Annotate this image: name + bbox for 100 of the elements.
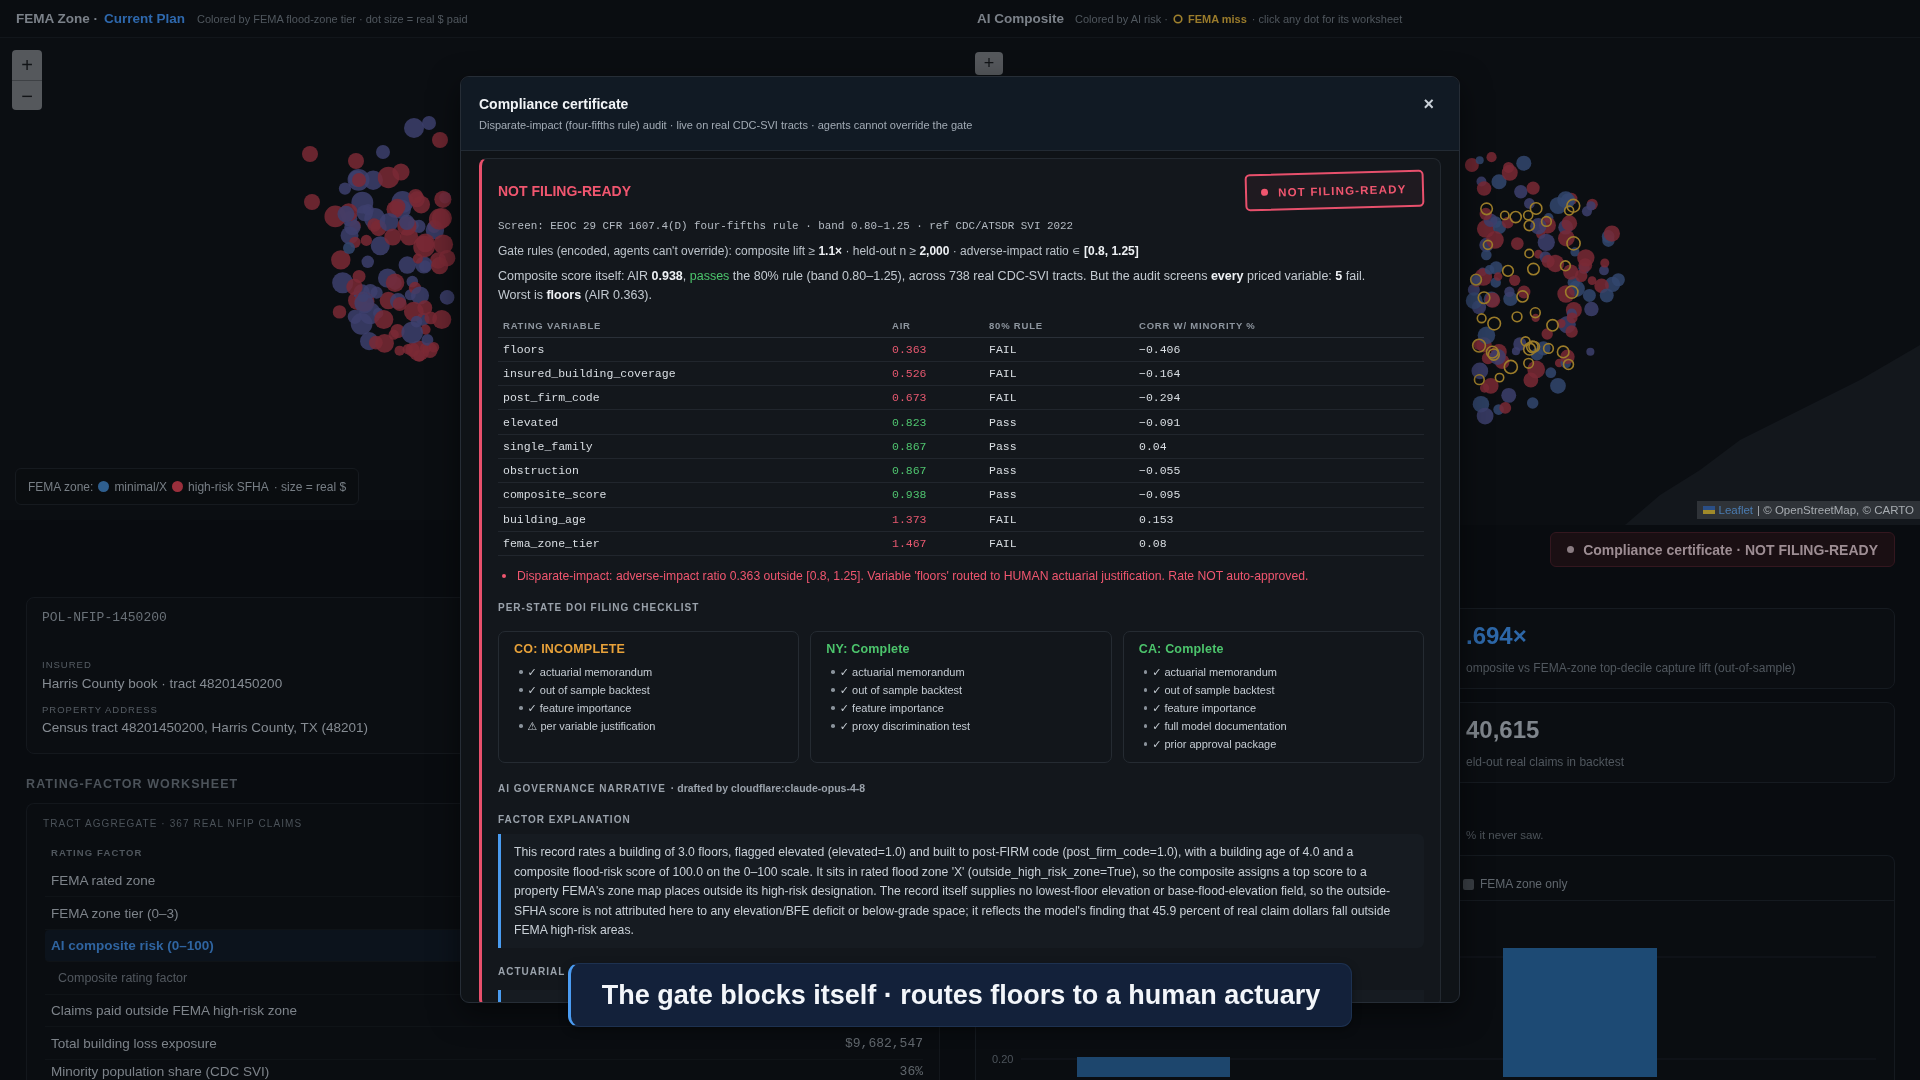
table-cell: fema_zone_tier <box>498 531 887 556</box>
gate-rules: Gate rules (encoded, agents can't override): composite lift ≥ 1.1× · held-out n ≥ 2,000 · adverse-impact ratio ∊ [0.8, 1.25] <box>498 242 1139 260</box>
checklist-item: ✓ feature importance <box>839 701 944 717</box>
map-caption: Colored by AI risk · <box>1075 12 1168 25</box>
map-hint: · click any dot for its worksheet <box>1251 12 1403 25</box>
dialog-title: Compliance certificate <box>479 95 629 113</box>
column-header: RATING VARIABLE <box>498 314 887 337</box>
field-value: Census tract 48201450200, Harris County, TX (48201) <box>42 719 368 736</box>
map-title: AI Composite <box>977 11 1064 26</box>
bullet-icon <box>519 670 523 674</box>
dialog-subtitle: Disparate-impact (four-fifths rule) audit · live on real CDC-SVI tracts · agents cannot override the gate <box>479 118 973 133</box>
legend-swatch-icon <box>1463 878 1474 890</box>
checklist-item: ✓ feature importance <box>527 701 632 717</box>
compliance-button[interactable]: Compliance certificate · NOT FILING-READY <box>1550 532 1895 567</box>
table-cell: 0.867 <box>887 434 984 459</box>
table-cell: 1.467 <box>887 531 984 556</box>
video-caption: The gate blocks itself · routes floors to a human actuary <box>568 963 1352 1027</box>
checklist-item: ✓ actuarial memorandum <box>1152 665 1277 681</box>
drafter-note: · drafted by cloudflare:claude-opus-4-8 <box>670 781 866 796</box>
bullet-icon <box>831 670 835 674</box>
map-caption: Colored by FEMA flood-zone tier · dot size = real $ paid <box>197 12 468 25</box>
bullet-icon <box>519 724 523 728</box>
screen-line: Screen: EEOC 29 CFR 1607.4(D) four-fifths rule · band 0.80–1.25 · ref CDC/ATSDR SVI 2022 <box>498 218 1074 234</box>
summary-text: Composite score itself: AIR 0.938, passes the 80% rule (band 0.80–1.25), across 738 real CDC-SVI tracts. But the audit screens every priced variable: 5 fail. Worst is floors (AIR 0.363). <box>498 267 1367 304</box>
bullet-icon <box>1143 742 1148 746</box>
table-cell: single_family <box>498 434 887 459</box>
table-cell: FAIL <box>984 507 1134 532</box>
table-cell: post_firm_code <box>498 385 887 410</box>
status-dot-icon <box>1260 188 1268 196</box>
miss-label: FEMA miss <box>1187 12 1247 25</box>
table-cell: Pass <box>984 409 1134 435</box>
table-cell: Pass <box>984 458 1134 483</box>
table-cell: 0.153 <box>1134 507 1424 532</box>
column-heading: RATING FACTOR <box>51 846 143 858</box>
bullet-icon <box>519 688 523 692</box>
checklist-item: ✓ full model documentation <box>1152 719 1287 735</box>
table-cell: FAIL <box>984 337 1134 362</box>
table-cell: 0.867 <box>887 458 984 483</box>
bullet-icon <box>502 574 506 579</box>
ring-icon <box>1172 13 1183 24</box>
bullet-icon <box>831 724 835 728</box>
attribution-link[interactable]: Leaflet <box>1718 504 1754 516</box>
table-cell: Pass <box>984 482 1134 508</box>
legend-label: FEMA zone only <box>1480 876 1568 892</box>
table-cell: building_age <box>498 507 887 532</box>
legend-title: FEMA zone: <box>28 479 94 494</box>
table-cell: 0.08 <box>1134 531 1424 556</box>
table-cell: −0.055 <box>1134 458 1424 483</box>
table-cell: 0.526 <box>887 361 984 386</box>
legend-label: minimal/X <box>114 479 168 494</box>
checklist-item: ✓ actuarial memorandum <box>527 665 653 681</box>
table-cell: FAIL <box>984 531 1134 556</box>
bullet-icon <box>519 706 523 710</box>
alert-text: Disparate-impact: adverse-impact ratio 0.363 outside [0.8, 1.25]. Variable 'floors' routed to HUMAN actuarial justification. Rate NOT auto-approved. <box>517 568 1309 586</box>
table-cell: floors <box>498 337 887 362</box>
policy-id: POL-NFIP-1450200 <box>42 610 167 626</box>
subsection-heading: ACTUARIAL <box>498 964 566 979</box>
metric-caption: eld-out real claims in backtest <box>1466 754 1625 770</box>
metric-caption: omposite vs FEMA-zone top-decile capture lift (out-of-sample) <box>1466 660 1796 676</box>
map-title: FEMA Zone · <box>16 11 98 26</box>
table-cell: 1.373 <box>887 507 984 532</box>
flag-icon <box>1702 506 1715 514</box>
field-label: PROPERTY ADDRESS <box>42 703 158 715</box>
factor-label[interactable]: FEMA rated zone <box>51 873 156 888</box>
table-cell: composite_score <box>498 482 887 508</box>
checklist-item: ✓ out of sample backtest <box>839 683 963 699</box>
factor-label[interactable]: Claims paid outside FEMA high-risk zone <box>51 1003 298 1018</box>
factor-label[interactable]: AI composite risk (0–100) <box>51 938 214 953</box>
table-cell: insured_building_coverage <box>498 361 887 386</box>
close-button[interactable]: × <box>1423 95 1434 113</box>
table-cell: 0.938 <box>887 482 984 508</box>
section-heading: AI GOVERNANCE NARRATIVE <box>498 782 666 797</box>
factor-label[interactable]: FEMA zone tier (0–3) <box>51 905 179 921</box>
stamp-label: NOT FILING-READY <box>1277 182 1407 198</box>
state-status: CO: INCOMPLETE <box>514 641 626 658</box>
table-cell: 0.823 <box>887 409 984 435</box>
factor-label[interactable]: Composite rating factor <box>51 970 188 986</box>
table-cell: −0.164 <box>1134 361 1424 386</box>
table-cell: Pass <box>984 434 1134 459</box>
subsection-heading: FACTOR EXPLANATION <box>498 813 631 828</box>
status-dot-icon <box>1567 546 1575 553</box>
checklist-item: ⚠ per variable justification <box>527 719 656 735</box>
factor-label[interactable]: Minority population share (CDC SVI) <box>51 1063 270 1079</box>
section-heading: RATING-FACTOR WORKSHEET <box>26 776 239 792</box>
checklist-item: ✓ out of sample backtest <box>527 683 650 699</box>
table-cell: −0.406 <box>1134 337 1424 362</box>
table-cell: elevated <box>498 409 887 435</box>
plan-name: Current Plan <box>104 11 185 26</box>
section-heading: PER-STATE DOI FILING CHECKLIST <box>498 601 700 616</box>
table-cell: 0.673 <box>887 385 984 410</box>
table-cell: FAIL <box>984 385 1134 410</box>
bullet-icon <box>1143 706 1148 710</box>
state-status: NY: Complete <box>826 641 910 658</box>
table-cell: 0.363 <box>887 337 984 362</box>
attribution-text: | © OpenStreetMap, © CARTO <box>1757 504 1914 516</box>
factor-label[interactable]: Total building loss exposure <box>51 1035 217 1051</box>
explanation-text: This record rates a building of 3.0 floors, flagged elevated (elevated=1.0) and built to post-FIRM code (post_firm_code=1.0), with a building age of 4.0 and a composite flood-risk score of 100.0 on the 0–100 scale. It sits in rated flood zone 'X' (outside_high_risk_zone=True), so the composite assigns a top score to a property FEMA's zone map places outside its high-risk designation. The record itself supplies no lowest-floor elevation or base-flood-elevation field, so the outside-SFHA score is not attributed here to any elevation/BFE deficit or below-grade space; it reflects the model's finding that 45.9 percent of real claim dollars fall outside FEMA high-risk areas. <box>514 844 1392 940</box>
table-cell: obstruction <box>498 458 887 483</box>
column-header: CORR W/ MINORITY % <box>1134 314 1424 337</box>
checklist-item: ✓ out of sample backtest <box>1152 683 1275 699</box>
